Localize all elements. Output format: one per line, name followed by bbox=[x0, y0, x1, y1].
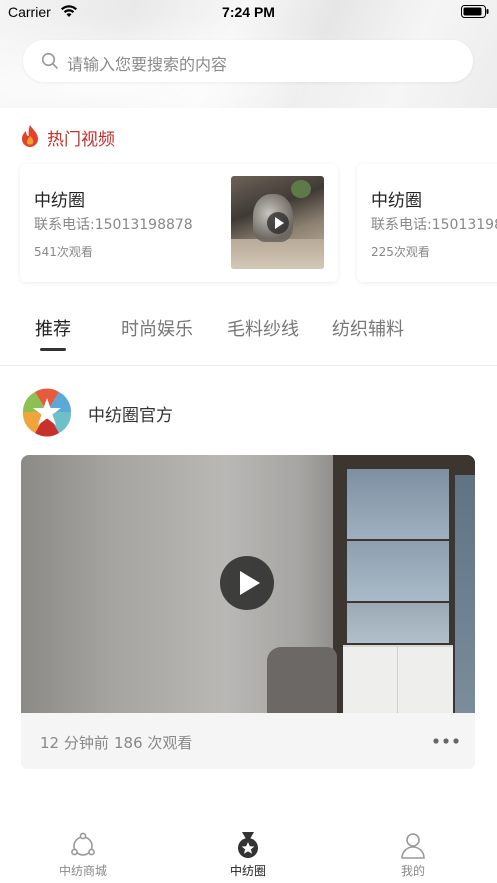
video-player[interactable] bbox=[21, 455, 475, 713]
tab-wool-yarn[interactable]: 毛料纱线 bbox=[227, 315, 299, 341]
search-input[interactable]: 请输入您要搜索的内容 bbox=[23, 40, 473, 82]
active-tab-indicator bbox=[40, 348, 66, 351]
card-view-count: 541次观看 bbox=[34, 245, 93, 259]
post-meta: 12 分钟前 186 次观看 bbox=[21, 713, 475, 769]
tab-textile-accessories[interactable]: 纺织辅料 bbox=[332, 315, 404, 341]
play-button[interactable] bbox=[220, 556, 274, 610]
bottom-nav: 中纺商城 中纺圈 我的 bbox=[0, 823, 497, 883]
nav-circle[interactable]: 中纺圈 bbox=[203, 831, 293, 881]
mall-icon bbox=[71, 832, 95, 856]
status-time: 7:24 PM bbox=[222, 4, 275, 20]
nav-label: 中纺圈 bbox=[229, 864, 266, 878]
status-bar: Carrier 7:24 PM bbox=[0, 0, 497, 24]
card-phone: 联系电话:15013198878 bbox=[34, 217, 193, 233]
battery-icon bbox=[461, 5, 489, 18]
card-title: 中纺圈 bbox=[34, 191, 85, 211]
nav-profile[interactable]: 我的 bbox=[368, 831, 458, 881]
hot-videos-title: 热门视频 bbox=[47, 130, 115, 150]
medal-icon bbox=[238, 832, 258, 858]
avatar[interactable] bbox=[21, 386, 73, 438]
nav-mall[interactable]: 中纺商城 bbox=[38, 831, 128, 881]
card-phone: 联系电话:15013198 bbox=[371, 217, 497, 233]
hot-video-card[interactable]: 中纺圈 联系电话:15013198 225次观看 bbox=[357, 164, 497, 282]
nav-label: 中纺商城 bbox=[58, 864, 107, 878]
search-icon bbox=[41, 52, 58, 69]
tab-recommend[interactable]: 推荐 bbox=[35, 315, 71, 341]
tab-fashion-entertainment[interactable]: 时尚娱乐 bbox=[121, 315, 193, 341]
play-icon[interactable] bbox=[267, 212, 289, 234]
card-view-count: 225次观看 bbox=[371, 245, 430, 259]
hot-video-card[interactable]: 中纺圈 联系电话:15013198878 541次观看 bbox=[20, 164, 338, 282]
post-time: 12 分钟前 bbox=[40, 734, 109, 752]
fire-icon bbox=[22, 125, 38, 147]
card-title: 中纺圈 bbox=[371, 191, 422, 211]
category-tabs: 推荐 时尚娱乐 毛料纱线 纺织辅料 bbox=[0, 300, 497, 366]
user-icon bbox=[401, 833, 425, 859]
nav-label: 我的 bbox=[400, 864, 425, 878]
post-author[interactable]: 中纺圈官方 bbox=[88, 401, 173, 426]
search-placeholder: 请输入您要搜索的内容 bbox=[67, 55, 228, 74]
more-icon[interactable] bbox=[431, 732, 461, 750]
post-view-count: 186 次观看 bbox=[114, 734, 193, 752]
video-thumbnail[interactable] bbox=[231, 176, 324, 269]
